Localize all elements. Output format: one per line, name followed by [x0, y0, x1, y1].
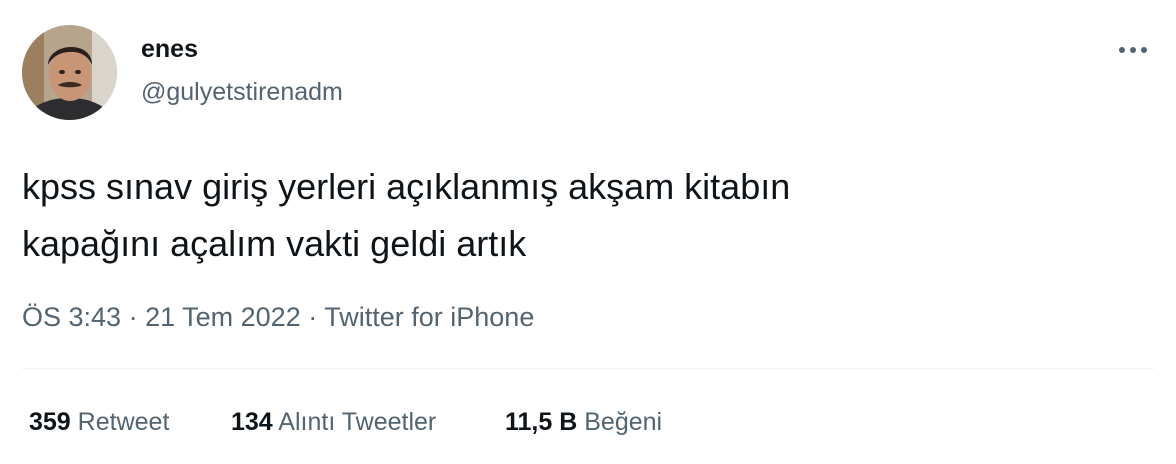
meta-separator-2: · [308, 302, 318, 332]
tweet-card: enes @gulyetstirenadm kpss sınav giriş y… [0, 0, 1176, 464]
meta-separator-1: · [128, 302, 138, 332]
tweet-text: kpss sınav giriş yerleri açıklanmış akşa… [22, 166, 791, 264]
retweets-stat[interactable]: 359 Retweet [29, 405, 169, 439]
author-display-name[interactable]: enes [141, 33, 198, 65]
more-horizontal-icon [1119, 47, 1147, 53]
quotes-count: 134 [231, 408, 273, 436]
retweets-count: 359 [29, 408, 71, 436]
tweet-time[interactable]: ÖS 3:43 [22, 302, 121, 332]
likes-label: Beğeni [584, 408, 663, 436]
likes-stat[interactable]: 11,5 B Beğeni [505, 405, 662, 439]
tweet-meta: ÖS 3:43 · 21 Tem 2022 · Twitter for iPho… [22, 299, 534, 335]
quotes-stat[interactable]: 134 Alıntı Tweetler [231, 405, 436, 439]
avatar-image [22, 25, 117, 120]
avatar[interactable] [22, 25, 117, 120]
tweet-source[interactable]: Twitter for iPhone [324, 302, 534, 332]
divider [22, 368, 1154, 369]
more-options-button[interactable] [1112, 32, 1154, 68]
tweet-date[interactable]: 21 Tem 2022 [145, 302, 301, 332]
retweets-label: Retweet [77, 408, 170, 436]
author-handle[interactable]: @gulyetstirenadm [141, 76, 343, 108]
likes-count: 11,5 B [505, 408, 578, 436]
quotes-label: Alıntı Tweetler [278, 408, 437, 436]
